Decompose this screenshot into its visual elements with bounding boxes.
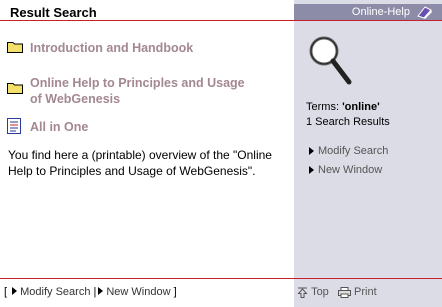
sidebar-header: Online-Help — [294, 4, 442, 20]
sidebar-modify-search-label[interactable]: Modify Search — [318, 145, 388, 157]
arrow-right-icon — [309, 166, 314, 174]
folder-icon — [7, 42, 23, 53]
search-terms-label: Terms: — [306, 101, 343, 113]
sidebar-header-title: Online-Help — [351, 6, 410, 18]
sidebar-modify-search-link[interactable]: Modify Search — [309, 145, 388, 157]
magnifier-icon — [309, 36, 352, 85]
footer-open-bracket: [ — [4, 286, 8, 298]
print-link[interactable]: Print — [354, 286, 377, 298]
result-link-line-2[interactable]: of WebGenesis — [30, 91, 245, 107]
arrow-right-icon — [12, 287, 18, 295]
help-book-icon[interactable] — [416, 5, 434, 19]
result-description: You find here a (printable) overview of … — [8, 148, 272, 178]
result-search-page: Result Search Online-Help Introduction a… — [0, 0, 442, 307]
footer-separator: | — [93, 286, 97, 298]
page-title: Result Search — [10, 5, 97, 20]
sidebar-new-window-label[interactable]: New Window — [318, 164, 382, 176]
arrow-right-icon — [98, 287, 104, 295]
sidebar-footer-divider — [294, 278, 442, 279]
header-divider — [0, 20, 294, 21]
footer-divider — [0, 278, 294, 279]
sidebar-new-window-link[interactable]: New Window — [309, 164, 382, 176]
result-link-online-help[interactable]: Online Help to Principles and Usage of W… — [30, 75, 245, 107]
result-link-all-in-one[interactable]: All in One — [30, 119, 88, 135]
footer-links: [ Modify Search | New Window ] — [4, 286, 177, 298]
sidebar-footer: Top Print — [297, 286, 377, 298]
search-terms: Terms: 'online' — [306, 101, 380, 113]
result-link-line-1[interactable]: Online Help to Principles and Usage — [30, 75, 245, 91]
result-link-introduction[interactable]: Introduction and Handbook — [30, 40, 193, 56]
footer-modify-search-link[interactable]: Modify Search — [20, 286, 90, 298]
sidebar-header-divider — [294, 20, 442, 21]
search-terms-value: 'online' — [342, 101, 380, 113]
folder-icon — [7, 83, 23, 94]
footer-close-bracket: ] — [173, 286, 177, 298]
document-icon — [7, 118, 21, 134]
printer-icon[interactable] — [337, 286, 351, 298]
footer-new-window-link[interactable]: New Window — [106, 286, 170, 298]
arrow-right-icon — [309, 147, 314, 155]
arrow-up-icon[interactable] — [297, 287, 308, 298]
top-link[interactable]: Top — [311, 286, 329, 298]
search-results-count: 1 Search Results — [306, 116, 390, 128]
